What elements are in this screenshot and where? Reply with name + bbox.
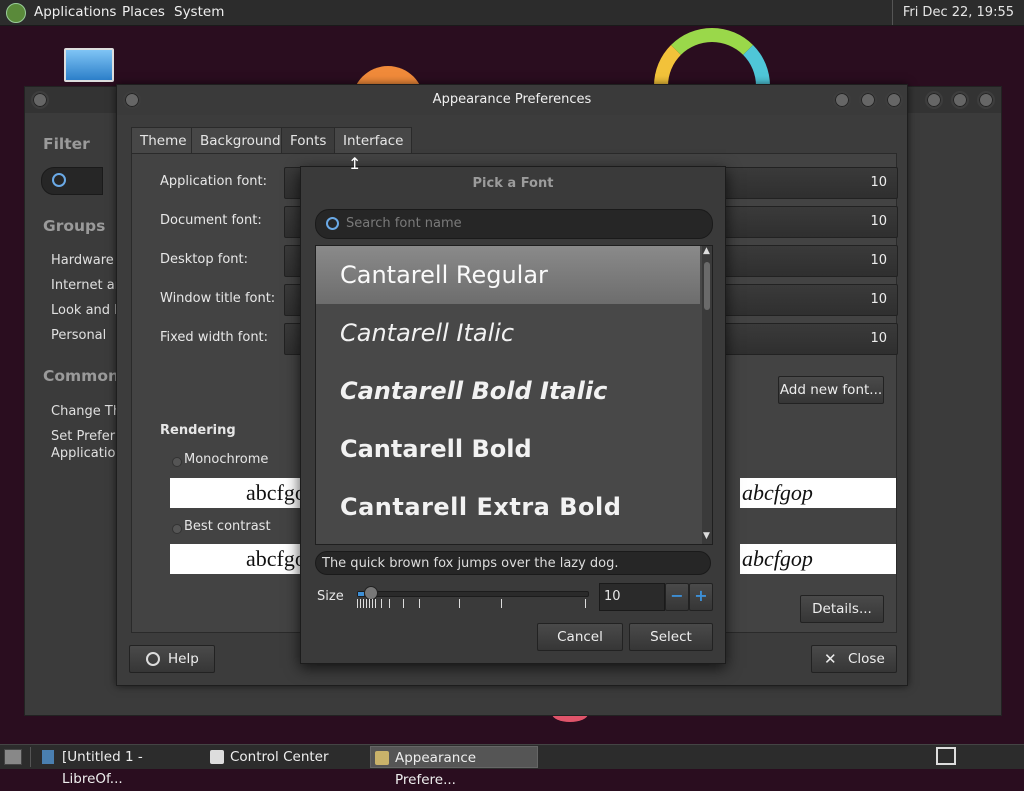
size-decrease-button[interactable]: − <box>665 583 689 611</box>
font-size: 10 <box>870 292 887 307</box>
filter-search-input[interactable] <box>41 167 103 195</box>
size-value: 10 <box>604 589 621 604</box>
font-list[interactable]: Cantarell Regular Cantarell Italic Canta… <box>315 245 713 545</box>
filter-heading: Filter <box>43 135 90 153</box>
close-button[interactable]: ✕ Close <box>811 645 897 673</box>
group-personal[interactable]: Personal <box>51 328 106 343</box>
computer-icon[interactable] <box>64 48 114 82</box>
font-item-cantarell-bold[interactable]: Cantarell Bold <box>316 420 700 478</box>
help-button-label: Help <box>168 651 199 667</box>
maximize-icon[interactable] <box>859 91 877 109</box>
monochrome-radio[interactable] <box>172 457 182 467</box>
close-x-icon: ✕ <box>824 650 837 668</box>
task-label: Control Center <box>230 749 329 765</box>
slider-ticks <box>357 599 587 609</box>
menu-icon[interactable] <box>31 91 49 109</box>
close-icon[interactable] <box>977 91 995 109</box>
size-increase-button[interactable]: + <box>689 583 713 611</box>
search-icon <box>52 173 66 187</box>
font-item-cantarell-italic[interactable]: Cantarell Italic <box>316 304 700 362</box>
tab-fonts[interactable]: Fonts <box>281 127 336 155</box>
cancel-button[interactable]: Cancel <box>537 623 623 651</box>
scrollbar-thumb[interactable] <box>704 262 710 310</box>
tab-interface[interactable]: Interface <box>334 127 413 154</box>
task-appearance-preferences[interactable]: Appearance Prefere... <box>370 746 538 788</box>
size-label: Size <box>317 589 344 604</box>
best-contrast-preview-left: abcfgop <box>170 544 317 574</box>
workspace-switcher[interactable] <box>936 747 956 765</box>
minimize-icon[interactable] <box>925 91 943 109</box>
distro-logo-icon[interactable] <box>6 3 26 23</box>
menu-places[interactable]: Places <box>122 4 165 20</box>
control-center-icon <box>210 750 224 764</box>
window-title: Appearance Preferences <box>432 92 592 107</box>
close-icon[interactable] <box>885 91 903 109</box>
pick-a-font-dialog: Pick a Font Search font name Cantarell R… <box>300 166 726 664</box>
close-button-label: Close <box>848 651 885 667</box>
font-size: 10 <box>870 331 887 346</box>
size-slider[interactable] <box>357 586 589 600</box>
desktop-font-label: Desktop font: <box>160 252 248 267</box>
application-font-label: Application font: <box>160 174 268 189</box>
search-placeholder: Search font name <box>346 216 462 231</box>
menu-system[interactable]: System <box>174 4 224 20</box>
scroll-up-icon[interactable]: ▲ <box>703 246 710 256</box>
document-font-label: Document font: <box>160 213 262 228</box>
font-item-cantarell-regular[interactable]: Cantarell Regular <box>316 246 700 304</box>
preview-text: abcfgop <box>742 480 813 505</box>
slider-handle[interactable] <box>364 586 378 600</box>
clock[interactable]: Fri Dec 22, 19:55 <box>891 0 1024 25</box>
taskbar-separator <box>30 747 31 767</box>
help-icon <box>146 652 160 666</box>
window-title-font-label: Window title font: <box>160 291 276 306</box>
monochrome-label[interactable]: Monochrome <box>184 452 268 467</box>
font-size: 10 <box>870 253 887 268</box>
minimize-icon[interactable] <box>833 91 851 109</box>
group-look-and-feel[interactable]: Look and F <box>51 303 122 318</box>
font-preview-entry[interactable]: The quick brown fox jumps over the lazy … <box>315 551 711 575</box>
font-item-cantarell-bold-italic[interactable]: Cantarell Bold Italic <box>316 362 700 420</box>
appearance-titlebar[interactable]: Appearance Preferences <box>117 85 907 115</box>
groups-heading: Groups <box>43 217 106 235</box>
top-panel: Applications Places System Fri Dec 22, 1… <box>0 0 1024 26</box>
rendering-heading: Rendering <box>160 423 236 438</box>
task-label: Appearance Prefere... <box>395 750 477 788</box>
help-button[interactable]: Help <box>129 645 215 673</box>
task-label: [Untitled 1 - LibreOf... <box>62 749 143 787</box>
best-contrast-preview-right: abcfgop <box>740 544 896 574</box>
best-contrast-label[interactable]: Best contrast <box>184 519 271 534</box>
group-internet[interactable]: Internet an <box>51 278 123 293</box>
common-applications[interactable]: Application <box>51 446 124 461</box>
font-size: 10 <box>870 175 887 190</box>
show-desktop-icon[interactable] <box>4 749 22 765</box>
group-hardware[interactable]: Hardware <box>51 253 114 268</box>
add-new-font-button[interactable]: Add new font... <box>778 376 884 404</box>
details-button[interactable]: Details... <box>800 595 884 623</box>
monochrome-preview-right: abcfgop <box>740 478 896 508</box>
task-control-center[interactable]: Control Center <box>206 746 366 768</box>
font-item-cantarell-extra-bold[interactable]: Cantarell Extra Bold <box>316 478 700 536</box>
size-spin-entry[interactable]: 10 <box>599 583 665 611</box>
libreoffice-icon <box>42 750 54 764</box>
task-libreoffice[interactable]: [Untitled 1 - LibreOf... <box>38 746 202 787</box>
menu-applications[interactable]: Applications <box>34 4 116 20</box>
select-button[interactable]: Select <box>629 623 713 651</box>
cursor-icon: ↥ <box>348 154 362 173</box>
fixed-width-font-label: Fixed width font: <box>160 330 269 345</box>
font-list-scrollbar[interactable]: ▲ ▼ <box>702 246 712 544</box>
maximize-icon[interactable] <box>951 91 969 109</box>
taskbar: [Untitled 1 - LibreOf... Control Center … <box>0 744 1024 788</box>
monochrome-preview-left: abcfgop <box>170 478 317 508</box>
tab-background[interactable]: Background <box>191 127 290 154</box>
dialog-title: Pick a Font <box>472 176 554 191</box>
font-search-input[interactable]: Search font name <box>315 209 713 239</box>
scroll-down-icon[interactable]: ▼ <box>703 531 710 541</box>
best-contrast-radio[interactable] <box>172 524 182 534</box>
tab-theme[interactable]: Theme <box>131 127 196 154</box>
preview-text: abcfgop <box>742 546 813 571</box>
search-icon <box>326 217 339 230</box>
font-size: 10 <box>870 214 887 229</box>
common-change-theme[interactable]: Change Th <box>51 404 121 419</box>
appearance-icon <box>375 751 389 765</box>
